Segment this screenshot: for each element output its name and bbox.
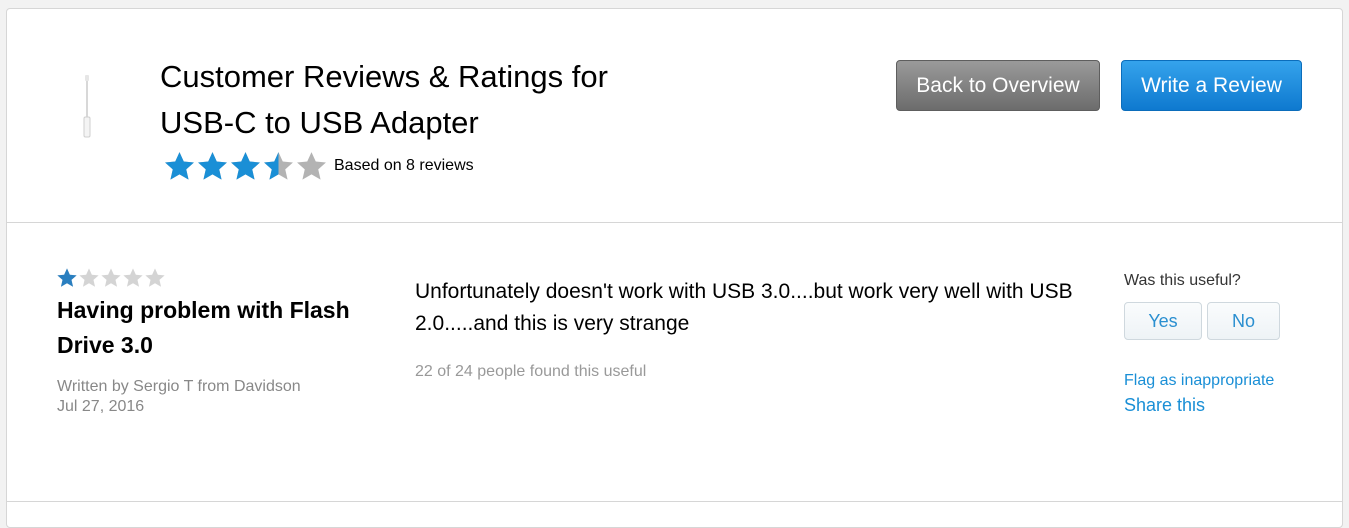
reviews-panel: Customer Reviews & Ratings for USB-C to … bbox=[6, 8, 1343, 528]
share-link[interactable]: Share this bbox=[1124, 395, 1205, 416]
back-to-overview-button[interactable]: Back to Overview bbox=[896, 60, 1100, 111]
review-count: Based on 8 reviews bbox=[334, 157, 474, 174]
review-title: Having problem with Flash Drive 3.0 bbox=[57, 297, 350, 358]
review-rating-stars bbox=[56, 267, 166, 289]
review-item: Having problem with Flash Drive 3.0 Writ… bbox=[7, 223, 1342, 502]
write-review-button[interactable]: Write a Review bbox=[1121, 60, 1302, 111]
yes-button[interactable]: Yes bbox=[1124, 302, 1202, 340]
star-empty-icon bbox=[297, 152, 326, 180]
usb-adapter-icon bbox=[83, 75, 91, 138]
star-filled-icon bbox=[57, 268, 77, 287]
review-author: Written by Sergio T from Davidson bbox=[57, 378, 301, 395]
star-empty-icon bbox=[123, 268, 143, 287]
star-empty-icon bbox=[145, 268, 165, 287]
star-filled-icon bbox=[165, 152, 194, 180]
no-button[interactable]: No bbox=[1207, 302, 1280, 340]
star-filled-icon bbox=[198, 152, 227, 180]
review-date: Jul 27, 2016 bbox=[57, 398, 145, 415]
summary-rating-stars bbox=[163, 150, 328, 183]
star-empty-icon bbox=[101, 268, 121, 287]
star-empty-icon bbox=[79, 268, 99, 287]
title-line-1: Customer Reviews & Ratings for bbox=[160, 59, 608, 94]
title-line-2: USB-C to USB Adapter bbox=[160, 105, 479, 140]
flag-inappropriate-link[interactable]: Flag as inappropriate bbox=[1124, 372, 1274, 390]
review-body: Unfortunately doesn't work with USB 3.0.… bbox=[415, 280, 1073, 335]
useful-count: 22 of 24 people found this useful bbox=[415, 363, 647, 380]
product-image bbox=[67, 69, 107, 149]
useful-question: Was this useful? bbox=[1124, 272, 1241, 289]
star-half-icon bbox=[264, 152, 293, 180]
page-title: Customer Reviews & Ratings for USB-C to … bbox=[160, 54, 720, 146]
reviews-header: Customer Reviews & Ratings for USB-C to … bbox=[7, 9, 1342, 223]
star-filled-icon bbox=[231, 152, 260, 180]
